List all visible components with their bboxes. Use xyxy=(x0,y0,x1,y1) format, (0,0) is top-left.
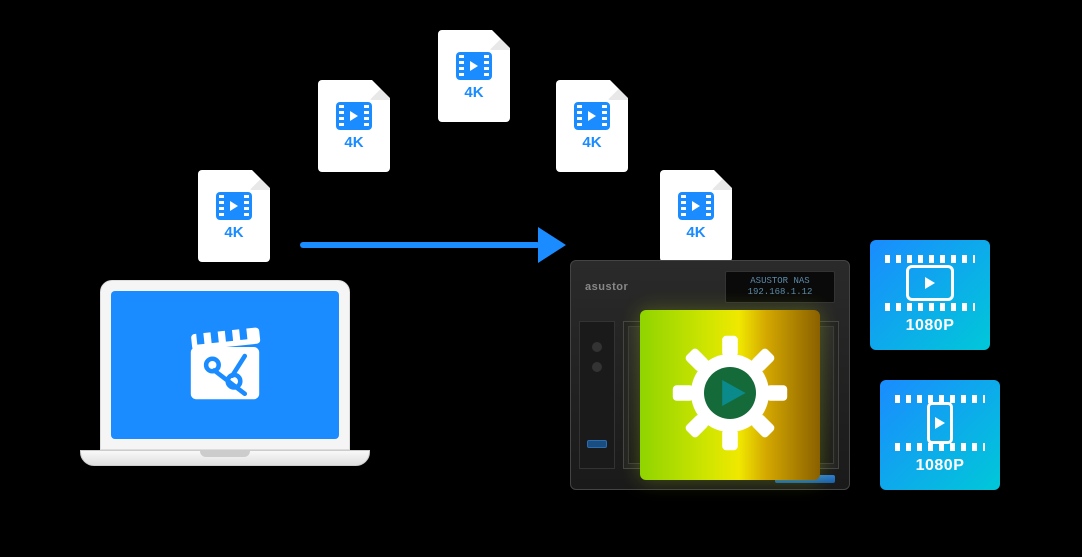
file-4k-1: 4K xyxy=(198,170,270,262)
film-strip-icon xyxy=(678,192,714,220)
play-icon xyxy=(925,277,935,289)
nas-display-line2: 192.168.1.12 xyxy=(748,287,813,298)
phone-icon xyxy=(927,402,953,444)
nas-brand-label: asustor xyxy=(585,281,628,293)
nas-lcd-display: ASUSTOR NAS 192.168.1.12 xyxy=(725,271,835,303)
laptop-screen xyxy=(111,291,339,439)
file-4k-4: 4K xyxy=(556,80,628,172)
film-strip-icon xyxy=(336,102,372,130)
file-4k-5: 4K xyxy=(660,170,732,262)
play-icon xyxy=(935,417,945,429)
film-frame-icon xyxy=(895,395,985,451)
file-4k-2: 4K xyxy=(318,80,390,172)
video-editing-icon xyxy=(180,320,270,410)
film-frame-icon xyxy=(885,255,975,311)
output-monitor-badge: 1080P xyxy=(870,240,990,350)
transcoding-overlay xyxy=(640,310,820,480)
nas-led-icon xyxy=(592,362,602,372)
file-format-label: 4K xyxy=(686,224,705,241)
laptop-base xyxy=(80,450,370,466)
monitor-icon xyxy=(906,265,954,301)
output-resolution-label: 1080P xyxy=(916,457,965,475)
output-phone-badge: 1080P xyxy=(880,380,1000,490)
film-strip-icon xyxy=(216,192,252,220)
film-strip-icon xyxy=(456,52,492,80)
transfer-arrow-icon xyxy=(300,225,580,265)
nas-display-line1: ASUSTOR NAS xyxy=(750,276,809,287)
nas-usb-port-icon xyxy=(587,440,607,448)
nas-front-panel xyxy=(579,321,615,469)
source-laptop xyxy=(80,280,370,490)
file-format-label: 4K xyxy=(582,134,601,151)
film-strip-icon xyxy=(574,102,610,130)
file-format-label: 4K xyxy=(344,134,363,151)
output-resolution-label: 1080P xyxy=(906,317,955,335)
file-4k-3: 4K xyxy=(438,30,510,122)
laptop-bezel xyxy=(100,280,350,450)
file-format-label: 4K xyxy=(224,224,243,241)
gear-play-icon xyxy=(665,328,795,463)
file-format-label: 4K xyxy=(464,84,483,101)
nas-power-button-icon xyxy=(592,342,602,352)
